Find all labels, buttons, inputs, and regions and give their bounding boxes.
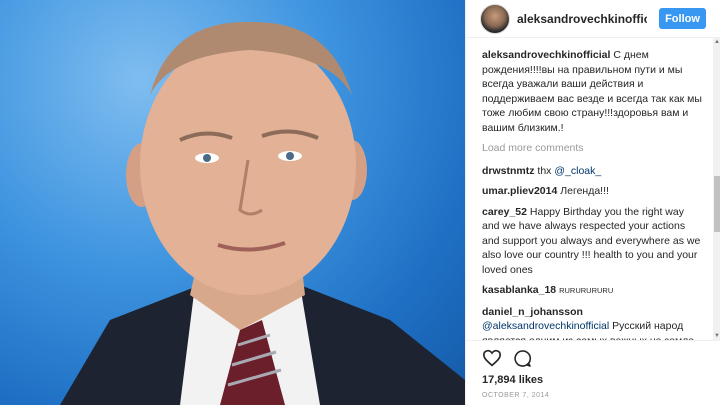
comment-mention[interactable]: @aleksandrovechkinofficial xyxy=(482,320,609,332)
avatar[interactable] xyxy=(480,4,510,34)
load-more-comments-link[interactable]: Load more comments xyxy=(482,141,702,156)
comment-username[interactable]: kasablanka_18 xyxy=(482,284,556,296)
comment-text: thx xyxy=(537,164,555,177)
header-username[interactable]: aleksandrovechkinofficial xyxy=(517,12,647,26)
scroll-thumb[interactable] xyxy=(714,176,720,232)
caption: aleksandrovechkinofficial С днем рождени… xyxy=(482,48,702,135)
comment-item: drwstnmtz thx @_cloak_ xyxy=(482,164,702,179)
comment-text: RURURURURU xyxy=(559,286,614,295)
comment-item: daniel_n_johansson @aleksandrovechkinoff… xyxy=(482,305,702,341)
comment-username[interactable]: daniel_n_johansson xyxy=(482,306,583,318)
comment-mention[interactable]: @_cloak_ xyxy=(554,165,601,177)
post-photo[interactable] xyxy=(0,0,465,405)
comment-icon[interactable] xyxy=(513,349,532,368)
post-actions: 17,894 likes OCTOBER 7, 2014 xyxy=(466,340,720,405)
likes-count[interactable]: 17,894 likes xyxy=(482,374,543,386)
heart-icon[interactable] xyxy=(482,349,502,367)
comments-scrollbar[interactable]: ▲ ▼ xyxy=(713,38,720,340)
caption-username[interactable]: aleksandrovechkinofficial xyxy=(482,49,610,61)
post-date[interactable]: OCTOBER 7, 2014 xyxy=(482,392,549,399)
comment-text: Легенда!!! xyxy=(560,185,609,197)
comment-username[interactable]: drwstnmtz xyxy=(482,165,535,177)
post-side-panel: aleksandrovechkinofficial Follow aleksan… xyxy=(465,0,720,405)
scroll-down-arrow-icon[interactable]: ▼ xyxy=(713,332,720,340)
caption-text: С днем рождения!!!!вы на правильном пути… xyxy=(482,49,702,134)
comment-item: kasablanka_18 RURURURURU xyxy=(482,283,702,299)
comment-item: umar.pliev2014 Легенда!!! xyxy=(482,184,702,199)
comments-list: aleksandrovechkinofficial С днем рождени… xyxy=(482,48,702,340)
follow-button[interactable]: Follow xyxy=(659,8,706,29)
comment-item: carey_52 Happy Birthday you the right wa… xyxy=(482,205,702,278)
scroll-up-arrow-icon[interactable]: ▲ xyxy=(713,38,720,46)
comment-username[interactable]: carey_52 xyxy=(482,206,527,218)
comment-username[interactable]: umar.pliev2014 xyxy=(482,185,557,197)
portrait-illustration xyxy=(60,21,465,405)
post-header: aleksandrovechkinofficial Follow xyxy=(466,0,720,38)
